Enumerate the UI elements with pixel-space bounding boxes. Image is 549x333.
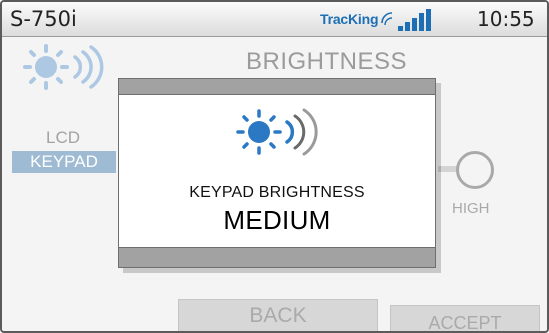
clock: 10:55 bbox=[477, 7, 535, 31]
device-screen: S-750i TracKing 10:55 BRIGHTNESS LCD KEY… bbox=[0, 0, 549, 333]
brightness-slider-handle[interactable] bbox=[456, 151, 494, 189]
accept-button[interactable]: ACCEPT bbox=[390, 305, 540, 331]
back-button[interactable]: BACK bbox=[178, 299, 378, 331]
menu-item-keypad[interactable]: KEYPAD bbox=[12, 151, 116, 173]
brightness-slider-track[interactable] bbox=[438, 166, 458, 172]
slider-high-label: HIGH bbox=[452, 200, 490, 217]
modal-top-bar bbox=[119, 79, 435, 95]
brightness-level-value: MEDIUM bbox=[223, 205, 331, 235]
brightness-modal: KEYPAD BRIGHTNESS MEDIUM bbox=[118, 78, 436, 268]
brightness-sun-icon bbox=[23, 44, 104, 90]
signal-strength-icon bbox=[381, 9, 431, 31]
brand-logo: TracKing bbox=[320, 9, 432, 32]
model-label: S-750i bbox=[10, 7, 77, 31]
brand-name: TracKing bbox=[320, 11, 379, 27]
menu-item-lcd[interactable]: LCD bbox=[46, 128, 80, 148]
screen-title: BRIGHTNESS bbox=[246, 48, 408, 75]
modal-heading: KEYPAD BRIGHTNESS bbox=[189, 184, 365, 201]
brightness-sun-icon bbox=[236, 108, 318, 156]
status-bar: S-750i TracKing 10:55 bbox=[2, 2, 547, 37]
modal-bottom-bar bbox=[119, 247, 435, 267]
